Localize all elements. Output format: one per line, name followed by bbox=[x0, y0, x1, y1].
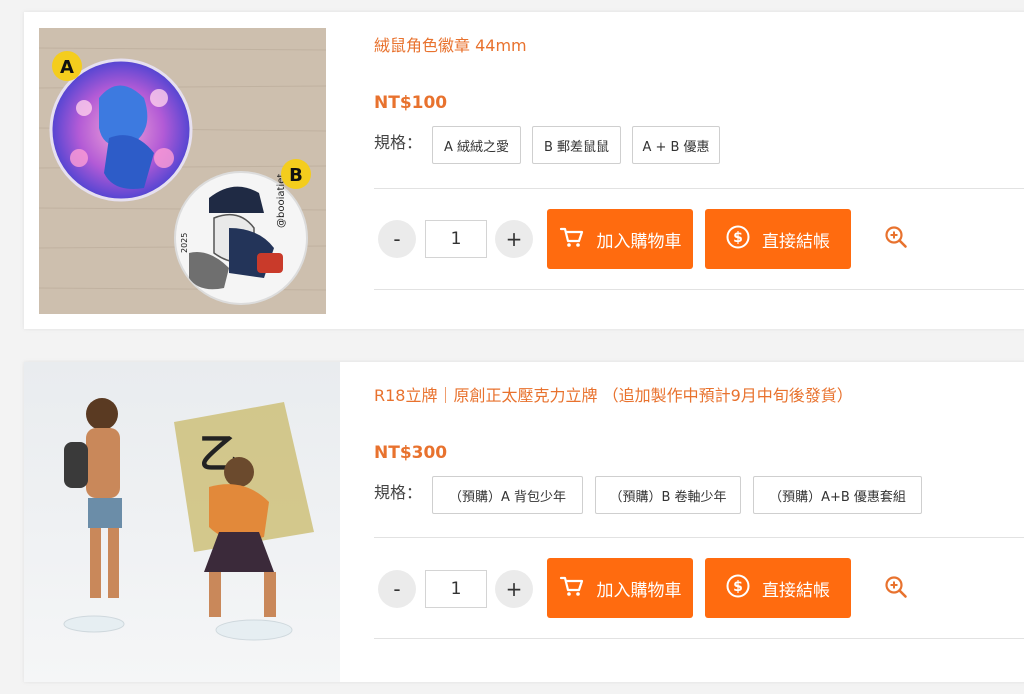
option-ab[interactable]: （預購）A+B 優惠套組 bbox=[753, 476, 922, 514]
add-to-cart-button[interactable]: 加入購物車 bbox=[547, 558, 693, 618]
spec-label: 規格： bbox=[374, 483, 423, 502]
label-a: A bbox=[60, 57, 74, 78]
divider bbox=[374, 638, 1024, 639]
badge-year-text: 2025 bbox=[180, 233, 189, 253]
divider bbox=[374, 188, 1024, 189]
checkout-button[interactable]: $ 直接結帳 bbox=[705, 209, 851, 269]
standee-photo: 乙 bbox=[24, 362, 340, 682]
quantity-plus-button[interactable]: + bbox=[495, 570, 533, 608]
dollar-icon: $ bbox=[726, 574, 750, 603]
add-to-cart-button[interactable]: 加入購物車 bbox=[547, 209, 693, 269]
product-title[interactable]: R18立牌｜原創正太壓克力立牌 （追加製作中預計9月中旬後發貨） bbox=[374, 382, 853, 406]
divider bbox=[374, 537, 1024, 538]
product-image[interactable]: 乙 bbox=[24, 362, 340, 682]
quantity-input[interactable] bbox=[425, 220, 487, 258]
option-a[interactable]: A 絨絨之愛 bbox=[432, 126, 521, 164]
product-price: NT$100 bbox=[374, 93, 448, 113]
option-b[interactable]: （預購）B 卷軸少年 bbox=[595, 476, 741, 514]
checkout-label: 直接結帳 bbox=[762, 231, 830, 252]
quantity-minus-button[interactable]: - bbox=[378, 220, 416, 258]
badge-photo: A @booiatiet 2025 B bbox=[39, 28, 326, 314]
option-b[interactable]: B 郵差鼠鼠 bbox=[532, 126, 621, 164]
quantity-input[interactable] bbox=[425, 570, 487, 608]
zoom-in-icon[interactable] bbox=[884, 225, 908, 249]
add-to-cart-label: 加入購物車 bbox=[596, 580, 682, 601]
divider bbox=[374, 289, 1024, 290]
product-title[interactable]: 絨鼠角色徽章 44mm bbox=[374, 32, 527, 56]
zoom-in-icon[interactable] bbox=[884, 575, 908, 599]
product-card: A @booiatiet 2025 B 絨鼠角色徽章 44mm NT$100 規… bbox=[24, 12, 1024, 329]
svg-text:$: $ bbox=[733, 230, 743, 246]
product-price: NT$300 bbox=[374, 443, 448, 463]
spec-label: 規格： bbox=[374, 133, 423, 152]
checkout-label: 直接結帳 bbox=[762, 580, 830, 601]
label-b: B bbox=[289, 165, 303, 186]
product-image[interactable]: A @booiatiet 2025 B bbox=[39, 28, 326, 314]
option-ab[interactable]: A + B 優惠 bbox=[632, 126, 720, 164]
cart-icon bbox=[559, 574, 585, 603]
quantity-minus-button[interactable]: - bbox=[378, 570, 416, 608]
checkout-button[interactable]: $ 直接結帳 bbox=[705, 558, 851, 618]
add-to-cart-label: 加入購物車 bbox=[596, 231, 682, 252]
cart-icon bbox=[559, 225, 585, 254]
dollar-icon: $ bbox=[726, 225, 750, 254]
quantity-plus-button[interactable]: + bbox=[495, 220, 533, 258]
product-card: 乙 R18立牌｜原創正太壓克力立牌 （追加製作中預計9月中旬後發貨） NT$30… bbox=[24, 362, 1024, 682]
svg-text:$: $ bbox=[733, 579, 743, 595]
option-a[interactable]: （預購）A 背包少年 bbox=[432, 476, 583, 514]
